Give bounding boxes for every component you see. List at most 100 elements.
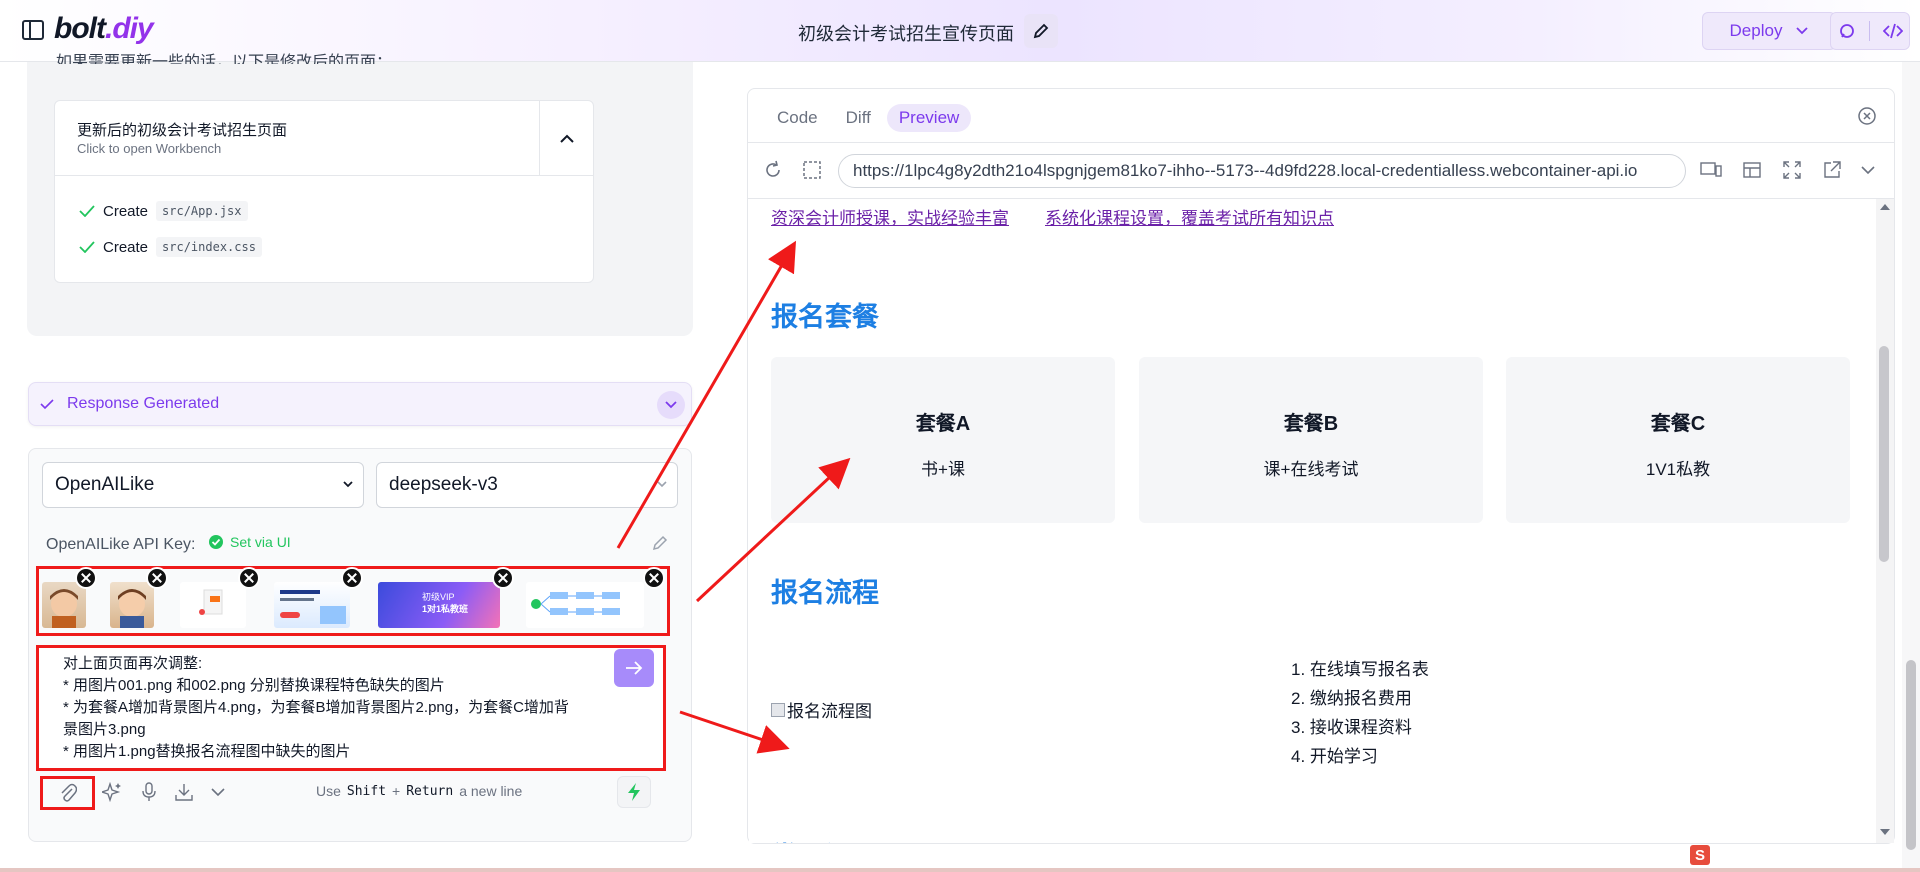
attached-image-thumb[interactable] [526, 582, 644, 628]
provider-select[interactable]: OpenAILike [42, 462, 364, 508]
prompt-line: * 用图片001.png 和002.png 分别替换课程特色缺失的图片 [63, 677, 445, 694]
deploy-button[interactable]: Deploy [1702, 12, 1836, 50]
refresh-icon[interactable] [763, 160, 783, 180]
device-mode-icon[interactable] [1700, 160, 1722, 180]
logo-main-text: bolt [54, 12, 106, 45]
provider-value: OpenAILike [55, 474, 155, 495]
process-image-broken: 报名流程图 [771, 697, 872, 722]
course-illustration-image [199, 589, 223, 615]
page-scrollbar-thumb[interactable] [1906, 660, 1916, 850]
close-workbench-icon[interactable] [1857, 106, 1877, 126]
remove-image-icon[interactable] [643, 567, 665, 589]
remove-image-icon[interactable] [341, 567, 363, 589]
remove-image-icon[interactable] [75, 567, 97, 589]
hint-key-shift: Shift [346, 783, 387, 799]
chevron-down-icon [665, 401, 677, 409]
api-key-status: Set via UI [208, 534, 291, 550]
response-expand-button[interactable] [657, 391, 685, 419]
package-card: 套餐A 书+课 [771, 357, 1115, 523]
process-heading: 报名流程 [771, 578, 879, 608]
package-name: 套餐C [1650, 413, 1706, 435]
preview-scrollbar-thumb[interactable] [1879, 346, 1889, 562]
broken-image-icon [771, 702, 785, 717]
feature-link[interactable]: 资深会计师授课，实战经验丰富 [771, 204, 1009, 229]
cartoon-avatar-image [118, 589, 146, 628]
attached-image-thumb[interactable] [42, 582, 86, 628]
tab-preview[interactable]: Preview [886, 104, 972, 132]
faq-heading: 常见问题 [771, 835, 879, 843]
prompt-line: * 为套餐A增加背景图片4.png，为套餐B增加背景图片2.png，为套餐C增加… [63, 699, 569, 716]
hint-text: Use [316, 783, 341, 799]
prompt-line: 景图片3.png [63, 721, 146, 738]
import-icon[interactable] [174, 782, 194, 802]
chevron-up-icon [559, 134, 574, 143]
chevron-down-icon [1796, 27, 1809, 35]
deploy-label: Deploy [1729, 21, 1783, 40]
attached-image-thumb[interactable] [180, 582, 246, 628]
hint-text: a new line [459, 783, 523, 799]
package-name: 套餐B [1283, 413, 1339, 435]
enhance-prompt-button[interactable] [617, 776, 651, 808]
layout-icon[interactable] [1742, 160, 1762, 180]
artifact-header[interactable]: 更新后的初级会计考试招生页面 Click to open Workbench [55, 101, 593, 176]
tab-diff[interactable]: Diff [834, 104, 883, 132]
sidebar-toggle-icon[interactable] [22, 20, 44, 40]
bottom-edge [0, 868, 1920, 872]
paperclip-icon [60, 783, 77, 802]
model-select[interactable]: deepseek-v3 [376, 462, 678, 508]
attached-image-thumb[interactable] [110, 582, 154, 628]
remove-image-icon[interactable] [238, 567, 260, 589]
response-generated-bar[interactable]: Response Generated [28, 382, 692, 426]
process-step: 2. 缴纳报名费用 [1291, 689, 1412, 708]
app-logo[interactable]: bolt.diy [54, 12, 154, 46]
remove-image-icon[interactable] [146, 567, 168, 589]
preview-url-input[interactable]: https://1lpc4g8y2dth21o4lspgnjgem81ko7-i… [838, 154, 1686, 188]
artifact-card[interactable]: 更新后的初级会计考试招生页面 Click to open Workbench C… [54, 100, 594, 283]
package-desc: 课+在线考试 [1263, 460, 1359, 479]
chevron-down-icon [343, 481, 353, 488]
tray-app-icon[interactable]: S [1690, 845, 1710, 865]
cartoon-avatar-image [50, 589, 78, 628]
package-name: 套餐A [915, 413, 971, 435]
code-icon[interactable] [1882, 23, 1903, 39]
lightning-icon [628, 783, 640, 801]
open-new-window-icon[interactable] [1822, 160, 1842, 180]
scroll-down-icon[interactable] [1879, 828, 1891, 836]
artifact-collapse-button[interactable] [539, 101, 593, 176]
chevron-down-icon[interactable] [1860, 164, 1876, 176]
attached-image-thumb[interactable]: 初级VIP 1对1私教班 [378, 582, 500, 628]
edit-api-key-icon[interactable] [652, 535, 668, 551]
logo-accent-text: .diy [104, 12, 154, 45]
api-key-label: OpenAILike API Key: [46, 536, 196, 553]
action-file: src/index.css [156, 237, 262, 257]
workbench-tabs: Code Diff Preview [765, 104, 972, 132]
microphone-icon[interactable] [140, 782, 158, 802]
attach-file-button[interactable] [40, 776, 95, 810]
hint-key-return: Return [406, 783, 454, 799]
edit-title-button[interactable] [1024, 14, 1058, 48]
scroll-up-icon[interactable] [1879, 203, 1891, 211]
remove-image-icon[interactable] [492, 567, 514, 589]
element-select-icon[interactable] [802, 160, 822, 180]
artifact-action: Create src/App.jsx [79, 201, 248, 221]
feature-link[interactable]: 系统化课程设置，覆盖考试所有知识点 [1045, 204, 1334, 229]
chat-bubble-icon[interactable] [1838, 22, 1856, 40]
sparkles-icon[interactable] [102, 782, 122, 802]
fullscreen-icon[interactable] [1782, 160, 1802, 180]
preview-frame: 资深会计师授课，实战经验丰富 系统化课程设置，覆盖考试所有知识点 报名套餐 套餐… [749, 199, 1877, 843]
send-button[interactable] [614, 649, 654, 687]
attached-image-thumb[interactable] [274, 582, 350, 628]
package-desc: 1V1私教 [1645, 460, 1711, 479]
chevron-down-icon[interactable] [210, 786, 226, 798]
prompt-textarea[interactable]: 对上面页面再次调整: * 用图片001.png 和002.png 分别替换课程特… [36, 645, 666, 771]
process-image-alt: 报名流程图 [787, 702, 872, 721]
keyboard-hint: Use Shift + Return a new line [316, 783, 522, 799]
tab-code[interactable]: Code [765, 104, 830, 132]
process-step: 1. 在线填写报名表 [1291, 660, 1429, 679]
view-toggle [1830, 12, 1910, 50]
prompt-line: * 用图片1.png替换报名流程图中缺失的图片 [63, 743, 351, 760]
package-card: 套餐C 1V1私教 [1506, 357, 1850, 523]
packages-heading: 报名套餐 [771, 302, 879, 332]
model-value: deepseek-v3 [389, 474, 498, 495]
check-icon [40, 399, 54, 410]
